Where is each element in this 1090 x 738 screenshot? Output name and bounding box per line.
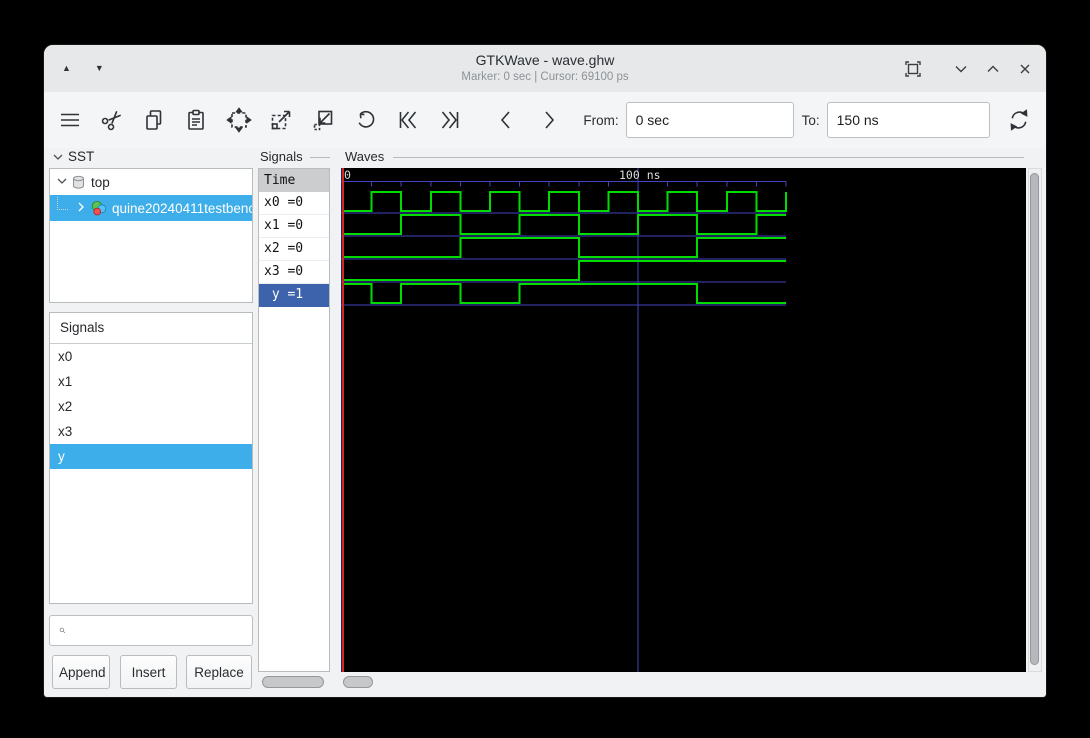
chevron-down-icon [53, 154, 63, 160]
tree-item-label: quine20240411testbench [112, 200, 252, 216]
minimize-icon[interactable] [952, 60, 970, 78]
search-input[interactable] [72, 615, 252, 646]
signal-list-item[interactable]: x2 [50, 394, 252, 419]
sst-expander[interactable]: SST [52, 149, 94, 164]
signal-search [49, 615, 253, 646]
gtkwave-window: ▲ ▼ GTKWave - wave.ghw Marker: 0 sec | C… [44, 45, 1046, 697]
zoom-in-icon[interactable] [308, 104, 339, 136]
replace-button[interactable]: Replace [186, 655, 252, 689]
wave-horizontal-scrollbar[interactable] [343, 676, 373, 688]
zoom-out-icon[interactable] [265, 104, 296, 136]
step-right-icon[interactable] [533, 104, 564, 136]
signal-list-item[interactable]: x1 [50, 369, 252, 394]
signal-list-item[interactable]: x3 [50, 419, 252, 444]
zoom-fit-icon[interactable] [223, 104, 254, 136]
tree-item-label: top [91, 174, 110, 190]
frame-line [310, 157, 330, 158]
shade-down-button[interactable]: ▼ [95, 64, 104, 73]
maximize-icon[interactable] [984, 60, 1002, 78]
chevron-down-icon[interactable] [56, 175, 68, 190]
step-left-icon[interactable] [491, 104, 522, 136]
signals-list-header: Signals [50, 313, 252, 344]
menu-icon[interactable] [54, 104, 85, 136]
frame-line [393, 157, 1024, 158]
shade-up-button[interactable]: ▲ [62, 64, 71, 73]
cut-icon[interactable] [96, 104, 127, 136]
close-icon[interactable] [1016, 60, 1034, 78]
component-cylinder-icon [71, 175, 86, 190]
tree-item-testbench[interactable]: quine20240411testbench [50, 195, 252, 221]
tree-item-top[interactable]: top [50, 169, 252, 195]
svg-text:100 ns: 100 ns [619, 168, 661, 182]
signal-list-item[interactable]: y [50, 444, 252, 469]
paste-icon[interactable] [181, 104, 212, 136]
wave-signals-frame-label: Signals [260, 149, 303, 164]
chevron-right-icon[interactable] [75, 201, 87, 216]
insert-button[interactable]: Insert [120, 655, 177, 689]
waveform-svg[interactable]: 0 100 ns [341, 168, 1026, 672]
sst-pane-splitter[interactable] [49, 303, 253, 312]
go-to-start-icon[interactable] [392, 104, 423, 136]
names-horizontal-scrollbar[interactable] [262, 676, 324, 688]
titlebar[interactable]: ▲ ▼ GTKWave - wave.ghw Marker: 0 sec | C… [44, 45, 1046, 92]
wave-name-column: Time x0 =0 x1 =0 x2 =0 x3 =0 y =1 [258, 168, 330, 672]
wave-pane-splitter[interactable] [330, 168, 341, 672]
waves-frame-label: Waves [345, 149, 385, 164]
go-to-end-icon[interactable] [435, 104, 466, 136]
wave-signal-row[interactable]: y =1 [259, 284, 329, 307]
wave-signal-row[interactable]: x2 =0 [259, 238, 329, 261]
desktop: { "window": { "title": "GTKWave - wave.g… [0, 0, 1090, 738]
wave-signal-row[interactable]: x0 =0 [259, 192, 329, 215]
from-input[interactable] [625, 102, 794, 138]
time-column-header[interactable]: Time [259, 169, 329, 192]
tree-connector [57, 196, 68, 210]
undo-icon[interactable] [350, 104, 381, 136]
waveform-canvas[interactable]: 0 100 ns [341, 168, 1026, 672]
wave-signal-row[interactable]: x1 =0 [259, 215, 329, 238]
keep-above-icon[interactable] [904, 60, 922, 78]
signals-list-panel: Signals x0 x1 x2 x3 y [49, 312, 253, 604]
copy-icon[interactable] [139, 104, 170, 136]
window-title: GTKWave - wave.ghw [475, 52, 615, 68]
sst-tree: top quine20240411testbench [49, 168, 253, 303]
sst-label: SST [68, 149, 95, 164]
append-button[interactable]: Append [52, 655, 110, 689]
wave-signal-row[interactable]: x3 =0 [259, 261, 329, 284]
from-label: From: [583, 112, 619, 128]
svg-text:0: 0 [344, 168, 351, 182]
wave-vertical-scrollbar[interactable] [1028, 168, 1042, 672]
to-input[interactable] [826, 102, 990, 138]
module-spheres-icon [90, 200, 107, 217]
to-label: To: [801, 112, 820, 128]
toolbar: From: To: [44, 92, 1046, 148]
signal-list-item[interactable]: x0 [50, 344, 252, 369]
marker-cursor-status: Marker: 0 sec | Cursor: 69100 ps [461, 71, 629, 83]
reload-icon[interactable] [1004, 104, 1035, 136]
search-icon [59, 627, 66, 634]
scrollbar-thumb[interactable] [1030, 173, 1039, 665]
